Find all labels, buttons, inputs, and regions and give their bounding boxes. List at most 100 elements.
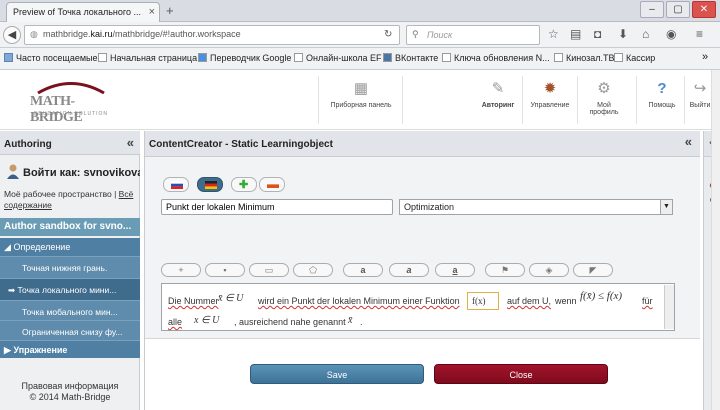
sidebar-item[interactable]: Точка мобального мин...: [0, 300, 140, 322]
bookmark-item[interactable]: Ключа обновления N...: [442, 53, 550, 63]
bookmarks-more-button[interactable]: »: [702, 51, 708, 63]
save-button[interactable]: Save: [250, 364, 424, 384]
header-divider: [318, 76, 319, 124]
rich-content-editor[interactable]: Die Nummer x̄ ∈ U wird ein Punkt der lok…: [161, 283, 675, 331]
nav-help[interactable]: ? Помощь: [642, 78, 682, 109]
collapse-sidebar-icon[interactable]: «: [127, 135, 134, 150]
search-input[interactable]: ⚲ Поиск: [406, 25, 540, 45]
section-definition[interactable]: ◢ Определение: [0, 238, 140, 256]
logo-arc-icon: [37, 82, 105, 94]
sidebar-item-active[interactable]: ➡ Точка локального мини...: [0, 278, 140, 300]
legal-link[interactable]: Правовая информация: [0, 381, 140, 392]
bookmarks-list-icon[interactable]: ▤: [570, 27, 581, 41]
section-exercise[interactable]: ▶ Упражнение: [0, 340, 140, 358]
dashboard-icon: ▦: [353, 80, 369, 97]
browser-nav-bar: ◀ ◍ mathbridge.kai.ru/mathbridge/#!autho…: [0, 22, 720, 48]
page-scrollbar[interactable]: [711, 70, 720, 410]
new-tab-button[interactable]: +: [166, 3, 174, 18]
russian-flag-icon: [171, 181, 183, 189]
plus-icon: ✚: [239, 179, 249, 191]
header-divider: [684, 76, 685, 124]
browser-tab[interactable]: Preview of Точка локального ... ×: [6, 2, 160, 22]
help-icon: ?: [657, 80, 667, 97]
collapse-panel-icon[interactable]: «: [685, 134, 692, 149]
nav-dashboard[interactable]: ▦ Приборная панель: [322, 78, 400, 109]
user-icon: [7, 164, 19, 179]
language-de-button[interactable]: [197, 177, 223, 192]
insert-plus-button[interactable]: +: [161, 263, 201, 277]
title-input[interactable]: [161, 199, 393, 215]
all-content-link-2[interactable]: содержание: [4, 200, 52, 210]
editor-scrollbar[interactable]: [664, 285, 674, 329]
search-icon: ⚲: [412, 29, 419, 39]
pocket-icon[interactable]: ◘: [594, 27, 601, 41]
formula-box[interactable]: f(x): [467, 292, 499, 310]
add-language-button[interactable]: ✚: [231, 177, 257, 192]
comment-button[interactable]: ◤: [573, 263, 613, 277]
url-bar[interactable]: ◍ mathbridge.kai.ru/mathbridge/#!author.…: [24, 25, 400, 45]
math-bridge-logo[interactable]: MATH-BRIDGE EDUCATION SOLUTION: [30, 80, 110, 125]
chat-icon[interactable]: ◉: [666, 27, 676, 41]
expanded-triangle-icon: ◢: [4, 242, 11, 252]
bookmark-item[interactable]: Кинозал.TB: [554, 53, 615, 63]
menu-icon[interactable]: ≡: [696, 27, 703, 41]
minus-icon: ▬: [267, 177, 279, 191]
maximize-button[interactable]: ▢: [666, 1, 690, 18]
collapsed-triangle-icon: ▶: [4, 345, 11, 355]
plus-icon: +: [178, 265, 184, 275]
flag-icon: ⚑: [500, 265, 510, 275]
sandbox-title[interactable]: Author sandbox for svno...: [0, 218, 140, 236]
profile-icon: ⚙: [597, 80, 611, 97]
bookmark-item[interactable]: ВКонтакте: [383, 53, 438, 63]
flag-button[interactable]: ⚑: [485, 263, 525, 277]
insert-link-button[interactable]: ▭: [249, 263, 289, 277]
math-formula: f(x̄) ≤ f(x): [580, 290, 623, 302]
all-content-link[interactable]: Всё: [119, 189, 134, 199]
reload-icon[interactable]: ↻: [384, 29, 392, 40]
content-text: , ausreichend nahe genannt: [234, 317, 346, 327]
minimize-button[interactable]: –: [640, 1, 664, 18]
format-underline-button[interactable]: a: [435, 263, 475, 277]
content-creator-panel: ContentCreator - Static Learningobject «…: [144, 131, 700, 410]
star-icon[interactable]: ☆: [548, 27, 559, 41]
back-icon[interactable]: ◀: [3, 26, 21, 44]
close-window-button[interactable]: ✕: [692, 1, 716, 18]
authoring-sidebar: Authoring « Войти как: svnovikova Моё ра…: [0, 131, 140, 410]
download-icon[interactable]: ⬇: [618, 27, 628, 41]
nav-profile[interactable]: ⚙ Мой профиль: [582, 78, 626, 116]
language-ru-button[interactable]: [163, 177, 189, 192]
sidebar-item[interactable]: Точная нижняя грань.: [0, 256, 140, 278]
bookmark-item[interactable]: Онлайн-школа EF: [294, 53, 382, 63]
remove-language-button[interactable]: ▬: [259, 177, 285, 192]
bookmark-item[interactable]: Переводчик Google: [198, 53, 291, 63]
url-rest: /mathbridge/#!author.workspace: [112, 29, 241, 39]
sidebar-item[interactable]: Ограниченная снизу фу...: [0, 320, 140, 342]
header-divider: [522, 76, 523, 124]
bookmark-item[interactable]: Начальная страница: [98, 53, 197, 63]
close-button[interactable]: Close: [434, 364, 608, 384]
sidebar-title: Authoring: [4, 139, 52, 150]
insert-image-button[interactable]: ▪: [205, 263, 245, 277]
format-italic-button[interactable]: a: [389, 263, 429, 277]
insert-shape-button[interactable]: ⬠: [293, 263, 333, 277]
nav-management[interactable]: ✹ Управление: [526, 78, 574, 109]
search-placeholder: Поиск: [427, 30, 453, 40]
notify-button[interactable]: ◈: [529, 263, 569, 277]
management-icon: ✹: [543, 80, 557, 97]
nav-authoring[interactable]: ✎ Авторинг: [478, 78, 518, 109]
nav-logout[interactable]: ↪ Выйти: [688, 78, 712, 109]
content-text: wenn: [555, 296, 577, 306]
format-text-button[interactable]: a: [343, 263, 383, 277]
bookmark-item[interactable]: Часто посещаемые: [4, 53, 98, 63]
shape-icon: ⬠: [309, 265, 317, 275]
type-select[interactable]: Optimization ▼: [399, 199, 673, 215]
tab-close-icon[interactable]: ×: [149, 6, 155, 18]
text-a-icon: a: [360, 265, 366, 275]
home-icon[interactable]: ⌂: [642, 27, 649, 41]
login-status: Войти как: svnovikova: [0, 163, 140, 185]
arrow-right-icon: ➡: [8, 285, 16, 295]
content-text: alle: [168, 317, 183, 327]
bookmark-item[interactable]: Кассир: [614, 53, 655, 63]
link-icon: ▭: [264, 265, 274, 275]
header-divider: [577, 76, 578, 124]
